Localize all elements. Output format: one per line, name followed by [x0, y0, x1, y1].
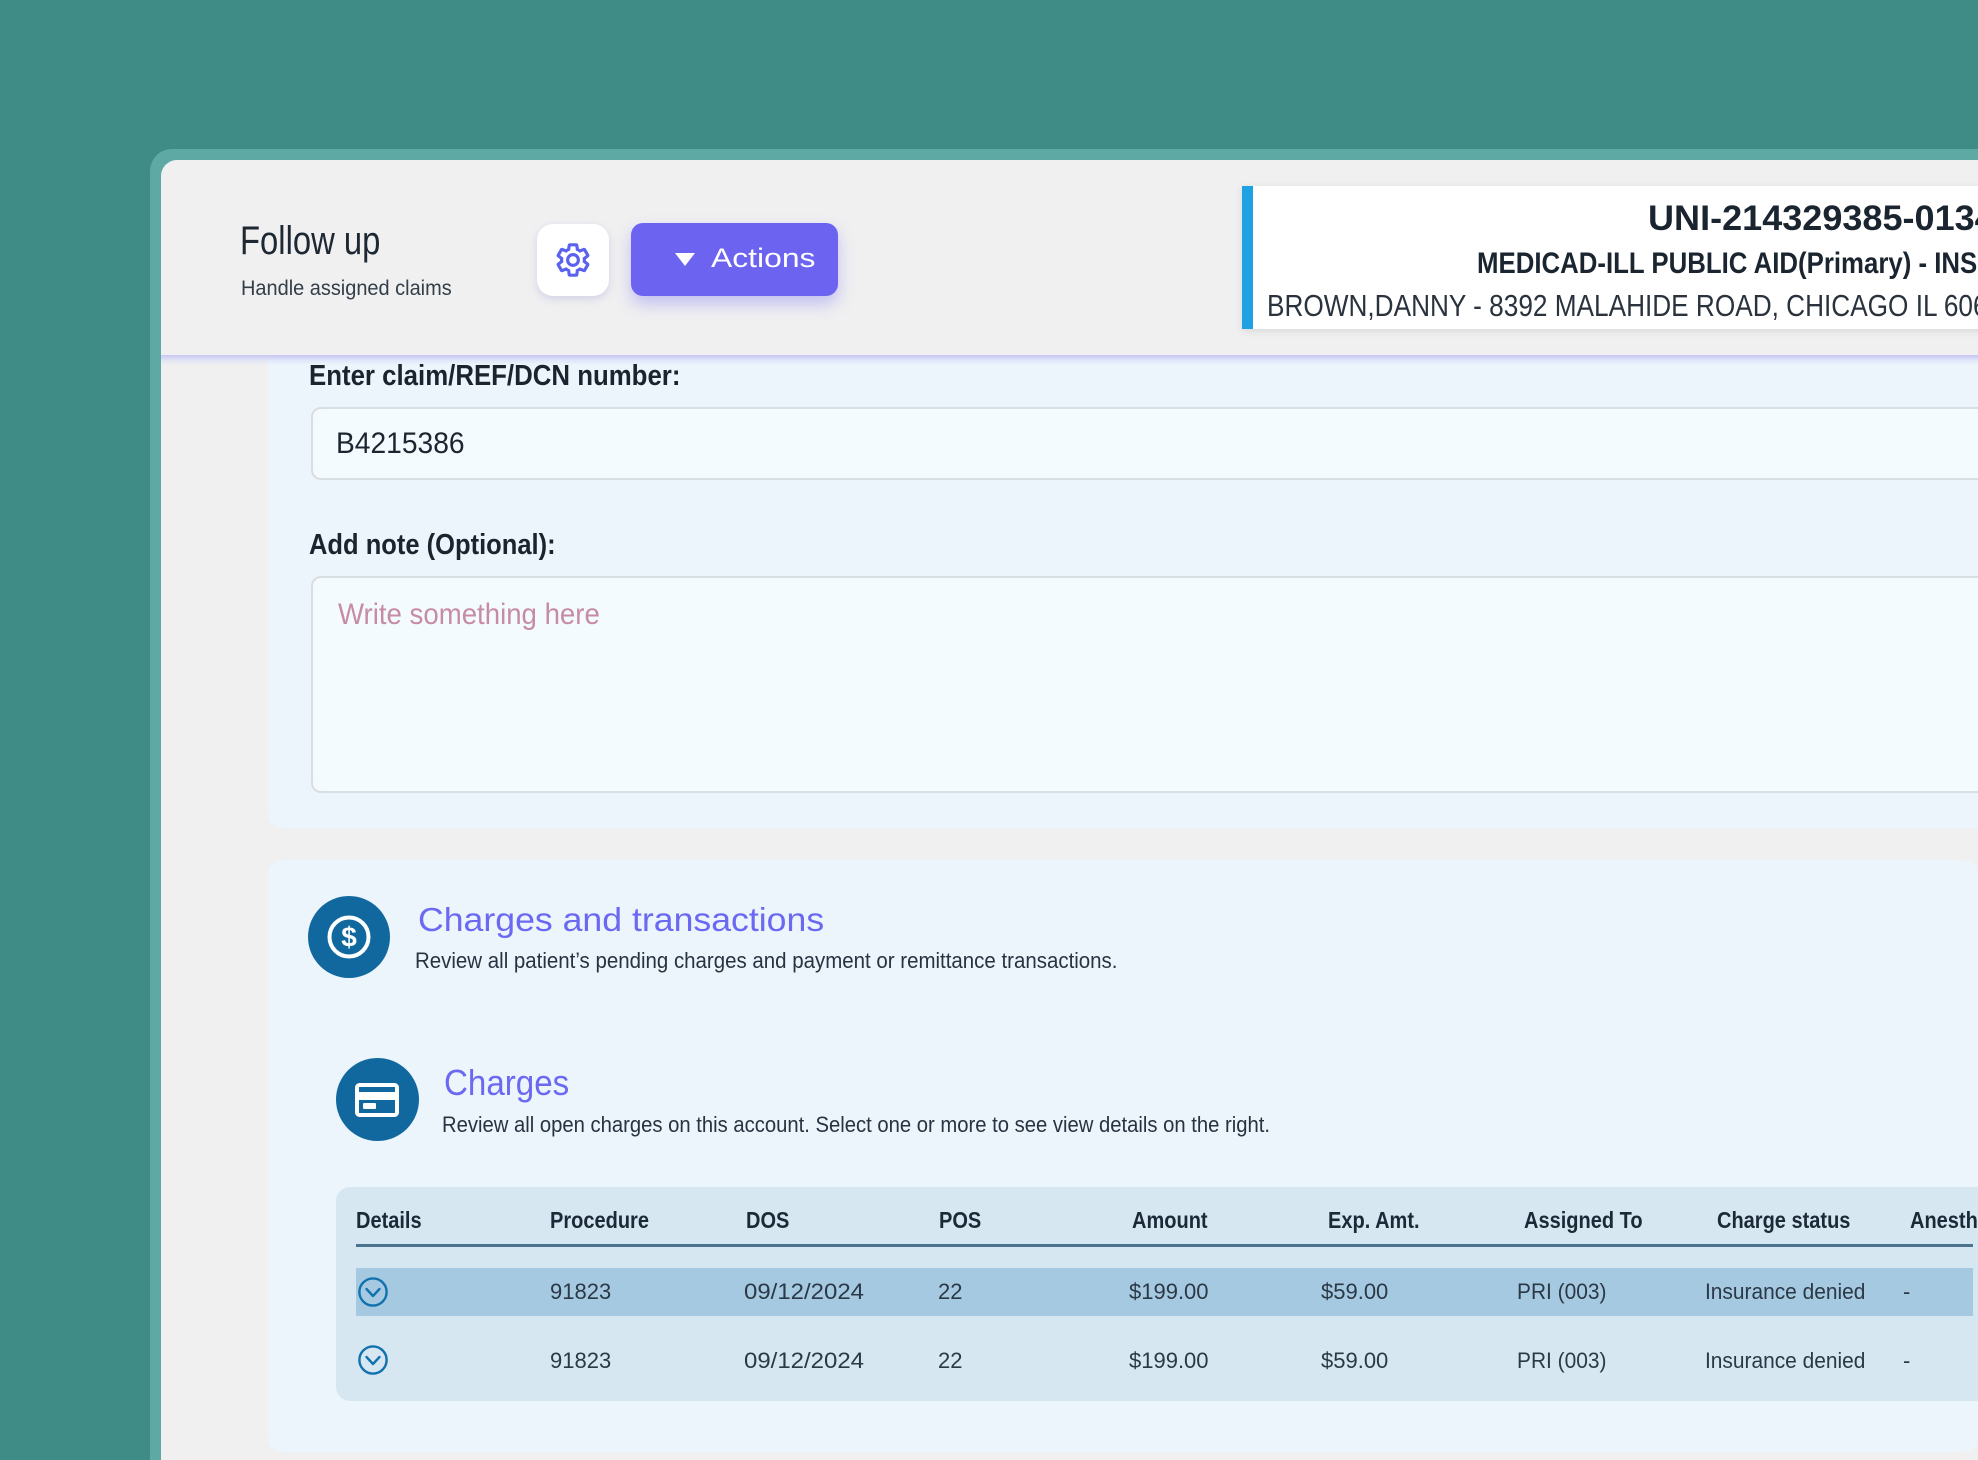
svg-text:$: $ — [341, 922, 357, 953]
